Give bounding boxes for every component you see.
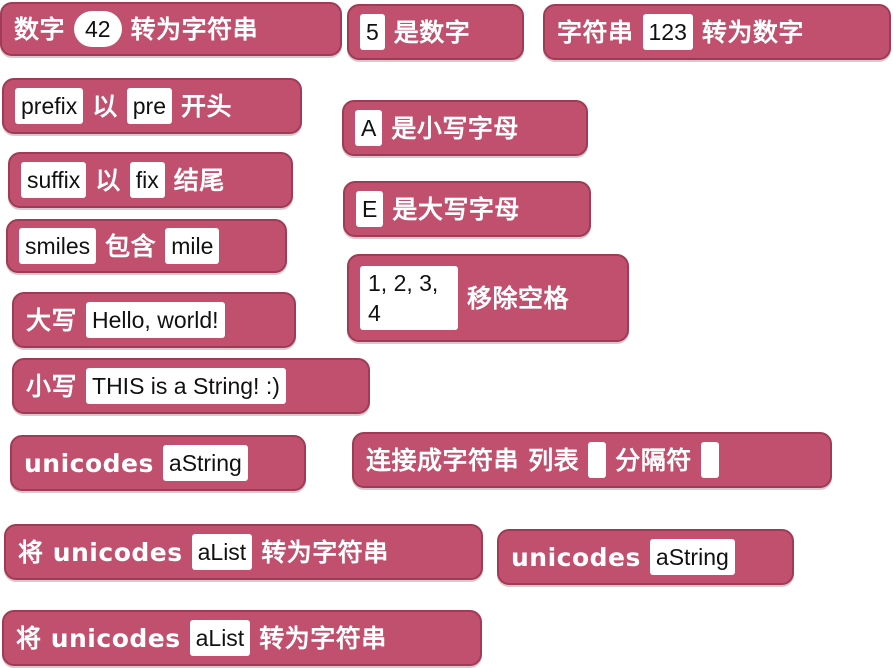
text-input-slot[interactable]: aString bbox=[162, 445, 248, 481]
text-input-slot[interactable]: fix bbox=[129, 162, 165, 198]
text-input-slot[interactable]: 123 bbox=[642, 14, 693, 50]
block-label: 是数字 bbox=[393, 17, 471, 47]
text-input-slot[interactable]: 5 bbox=[360, 14, 385, 50]
block-label: 将 unicodes bbox=[18, 537, 183, 567]
text-input-slot[interactable]: Hello, world! bbox=[86, 302, 225, 338]
block-label: 转为字符串 bbox=[261, 537, 389, 567]
unicodes-to-string-block[interactable]: 将 unicodes aList 转为字符串 bbox=[2, 610, 482, 666]
text-input-slot[interactable]: suffix bbox=[21, 162, 87, 198]
block-label: 是小写字母 bbox=[391, 113, 519, 143]
text-input-slot[interactable]: mile bbox=[165, 228, 220, 264]
block-label: 以 bbox=[92, 91, 118, 121]
blocks-canvas: 数字 42 转为字符串 5 是数字 字符串 123 转为数字 prefix 以 … bbox=[0, 0, 893, 668]
block-label: 转为数字 bbox=[701, 17, 804, 47]
block-label: unicodes bbox=[24, 448, 154, 478]
number-input-slot[interactable]: 42 bbox=[74, 11, 122, 47]
block-label: 包含 bbox=[105, 231, 157, 261]
block-label: 开头 bbox=[181, 91, 233, 121]
block-label: 移除空格 bbox=[467, 283, 570, 313]
block-label: 转为字符串 bbox=[259, 623, 387, 653]
block-label: 小写 bbox=[26, 371, 78, 401]
text-input-slot[interactable]: aString bbox=[649, 539, 735, 575]
is-lowercase-block[interactable]: A 是小写字母 bbox=[342, 100, 588, 156]
block-label: 数字 bbox=[14, 14, 66, 44]
text-input-slot[interactable]: 1, 2, 3, 4 bbox=[360, 266, 458, 330]
unicodes-block[interactable]: unicodes aString bbox=[497, 529, 794, 585]
starts-with-block[interactable]: prefix 以 pre 开头 bbox=[2, 78, 302, 134]
block-label: 转为字符串 bbox=[130, 14, 259, 44]
to-lowercase-block[interactable]: 小写 THIS is a String! :) bbox=[12, 358, 370, 414]
text-input-slot[interactable]: A bbox=[355, 110, 383, 146]
unicodes-block[interactable]: unicodes aString bbox=[10, 435, 306, 491]
is-number-block[interactable]: 5 是数字 bbox=[347, 4, 524, 60]
num-to-string-block[interactable]: 数字 42 转为字符串 bbox=[0, 2, 342, 56]
list-input-slot[interactable] bbox=[588, 442, 607, 478]
block-label: 将 unicodes bbox=[16, 623, 181, 653]
remove-spaces-block[interactable]: 1, 2, 3, 4 移除空格 bbox=[347, 254, 629, 342]
block-label: 以 bbox=[95, 165, 121, 195]
text-input-slot[interactable]: prefix bbox=[15, 88, 84, 124]
block-label: unicodes bbox=[511, 542, 641, 572]
is-uppercase-block[interactable]: E 是大写字母 bbox=[343, 181, 591, 237]
block-label: 分隔符 bbox=[615, 445, 692, 475]
separator-input-slot[interactable] bbox=[700, 442, 719, 478]
string-to-number-block[interactable]: 字符串 123 转为数字 bbox=[543, 4, 891, 60]
list-input-slot[interactable]: aList bbox=[189, 620, 251, 656]
block-label: 字符串 bbox=[557, 17, 634, 47]
block-label: 连接成字符串 列表 bbox=[366, 445, 580, 475]
list-input-slot[interactable]: aList bbox=[191, 534, 253, 570]
block-label: 大写 bbox=[26, 305, 78, 335]
contains-block[interactable]: smiles 包含 mile bbox=[6, 219, 287, 273]
join-list-block[interactable]: 连接成字符串 列表 分隔符 bbox=[352, 432, 832, 488]
text-input-slot[interactable]: smiles bbox=[19, 228, 97, 264]
text-input-slot[interactable]: THIS is a String! :) bbox=[86, 368, 286, 404]
ends-with-block[interactable]: suffix 以 fix 结尾 bbox=[8, 152, 293, 208]
text-input-slot[interactable]: E bbox=[356, 191, 384, 227]
to-uppercase-block[interactable]: 大写 Hello, world! bbox=[12, 292, 296, 348]
text-input-slot[interactable]: pre bbox=[126, 88, 173, 124]
block-label: 是大写字母 bbox=[392, 194, 520, 224]
block-label: 结尾 bbox=[173, 165, 225, 195]
unicodes-to-string-block[interactable]: 将 unicodes aList 转为字符串 bbox=[4, 524, 483, 580]
